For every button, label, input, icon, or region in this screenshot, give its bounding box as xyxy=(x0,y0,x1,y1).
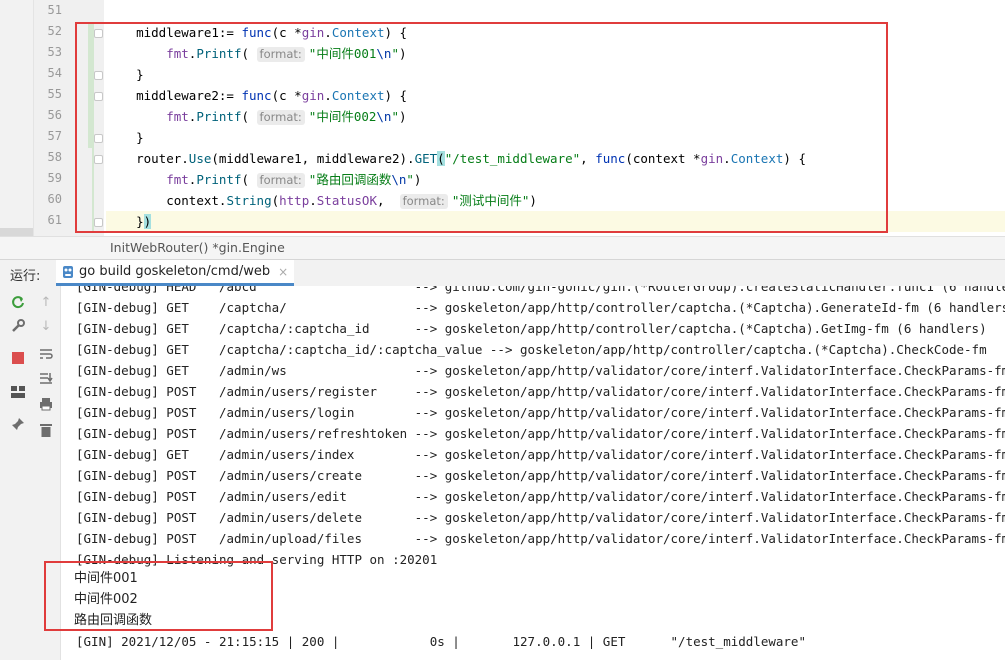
run-tab-label: go build goskeleton/cmd/web xyxy=(79,264,271,279)
wrench-icon[interactable] xyxy=(10,318,26,334)
output-highlight-box xyxy=(44,561,273,631)
console-line: [GIN-debug] POST /admin/users/refreshtok… xyxy=(76,426,1005,441)
console-line: [GIN-debug] POST /admin/users/delete -->… xyxy=(76,510,1005,525)
run-config-tab[interactable]: go build goskeleton/cmd/web × xyxy=(56,260,295,286)
console-request-log: [GIN] 2021/12/05 - 21:15:15 | 200 | 0s |… xyxy=(76,634,806,649)
console-line: [GIN-debug] GET /admin/users/index --> g… xyxy=(76,447,1005,462)
breadcrumb[interactable]: InitWebRouter() *gin.Engine xyxy=(110,240,285,255)
soft-wrap-icon[interactable] xyxy=(38,346,54,362)
console-line: [GIN-debug] POST /admin/users/edit --> g… xyxy=(76,489,1005,504)
code-editor[interactable]: 51 52 53 54 55 56 57 58 59 60 61 middlew… xyxy=(0,0,1005,236)
console-line: [GIN-debug] POST /admin/users/register -… xyxy=(76,384,1005,399)
line-number: 55 xyxy=(47,87,62,101)
line-number: 60 xyxy=(47,192,62,206)
console-line: [GIN-debug] POST /admin/upload/files -->… xyxy=(76,531,1005,546)
console-line: [GIN-debug] GET /admin/ws --> goskeleton… xyxy=(76,363,1005,378)
line-number: 54 xyxy=(47,66,62,80)
code-highlight-box xyxy=(75,22,888,233)
line-number: 58 xyxy=(47,150,62,164)
print-icon[interactable] xyxy=(38,396,54,412)
run-tool-window-header: 运行: go build goskeleton/cmd/web × xyxy=(0,259,1005,287)
line-number: 52 xyxy=(47,24,62,38)
console-line: [GIN-debug] POST /admin/users/create -->… xyxy=(76,468,1005,483)
run-label: 运行: xyxy=(10,269,41,284)
console-line: [GIN-debug] GET /captcha/:captcha_id/:ca… xyxy=(76,342,987,357)
layout-icon[interactable] xyxy=(10,384,26,400)
go-gopher-icon xyxy=(63,265,73,278)
console-line: [GIN-debug] POST /admin/users/login --> … xyxy=(76,405,1005,420)
close-icon[interactable]: × xyxy=(278,265,288,279)
down-arrow-icon[interactable]: ↓ xyxy=(38,318,54,334)
console-line: [GIN-debug] HEAD /abcd --> github.com/gi… xyxy=(76,286,1005,294)
scroll-to-end-icon[interactable] xyxy=(38,370,54,386)
rerun-icon[interactable] xyxy=(10,294,26,310)
editor-left-strip xyxy=(0,0,34,236)
console-line: [GIN-debug] GET /captcha/:captcha_id -->… xyxy=(76,321,987,336)
pin-icon[interactable] xyxy=(10,416,26,432)
trash-icon[interactable] xyxy=(38,422,54,438)
line-number: 59 xyxy=(47,171,62,185)
editor-scroll-piece xyxy=(0,228,33,236)
stop-icon[interactable] xyxy=(10,350,26,366)
up-arrow-icon[interactable]: ↑ xyxy=(38,294,54,310)
console-line: [GIN-debug] GET /captcha/ --> goskeleton… xyxy=(76,300,1005,315)
line-number: 57 xyxy=(47,129,62,143)
line-number: 61 xyxy=(47,213,62,227)
line-number: 53 xyxy=(47,45,62,59)
line-number: 56 xyxy=(47,108,62,122)
line-number: 51 xyxy=(47,3,62,17)
breadcrumb-bar: InitWebRouter() *gin.Engine xyxy=(0,236,1005,259)
